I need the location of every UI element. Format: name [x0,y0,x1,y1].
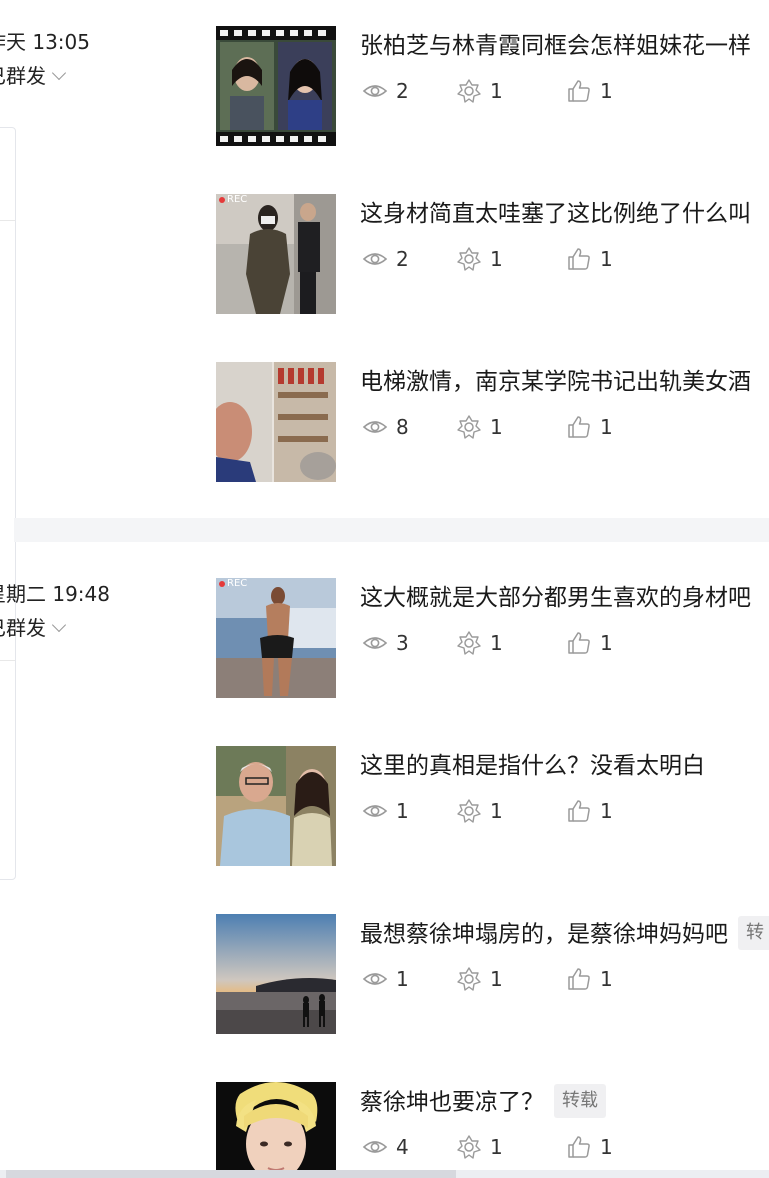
divider [0,220,15,221]
thumbs-up-icon [568,248,590,270]
thumbs-up-icon [568,968,590,990]
article-title-link[interactable]: 这身材简直太哇塞了这比例绝了什么叫 [360,198,751,230]
thumbs-up-icon [568,80,590,102]
article-thumbnail[interactable]: REC [216,578,336,698]
article-title-link[interactable]: 这里的真相是指什么？没看太明白 [360,750,705,782]
article-title: 最想蔡徐坤塌房的，是蔡徐坤妈妈吧 [360,921,728,948]
publish-mode-label: 已群发 [0,616,46,640]
horizontal-scrollbar[interactable] [0,1170,769,1178]
view-count-value: 4 [396,1135,409,1159]
share-network-icon [457,799,481,823]
publish-time: 昨天 13:05 [0,30,90,54]
thumbs-up-icon [568,416,590,438]
eye-icon [362,421,388,433]
article-item[interactable]: 张柏芝与林青霞同框会怎样姐妹花一样 2 1 1 [216,26,769,146]
like-count-value: 1 [600,79,613,103]
article-title: 这身材简直太哇塞了这比例绝了什么叫 [360,201,751,227]
thumbs-up-icon [568,1136,590,1158]
view-count-value: 8 [396,415,409,439]
share-network-icon [457,967,481,991]
rec-label: REC [227,578,248,589]
eye-icon [362,253,388,265]
article-title: 蔡徐坤也要凉了？ [360,1089,544,1116]
group-meta: 昨天 13:05 已群发 [0,29,90,89]
article-item[interactable]: REC 这大概就是大部分都男生喜欢的身材吧 3 1 1 [216,578,769,698]
like-count-value: 1 [600,799,613,823]
article-thumbnail[interactable] [216,1082,336,1170]
article-thumbnail[interactable]: REC [216,194,336,314]
article-thumbnail[interactable] [216,26,336,146]
publish-mode-label: 已群发 [0,64,46,88]
eye-icon [362,1141,388,1153]
view-count-value: 2 [396,79,409,103]
like-count-value: 1 [600,967,613,991]
view-count-value: 1 [396,967,409,991]
chevron-down-icon [51,617,67,633]
eye-icon [362,805,388,817]
side-panel [0,127,16,880]
publish-time: 星期二 19:48 [0,582,110,606]
share-count-value: 1 [490,631,503,655]
share-network-icon [457,79,481,103]
article-title: 张柏芝与林青霞同框会怎样姐妹花一样 [360,33,751,59]
eye-icon [362,973,388,985]
repost-badge: 转 [738,916,769,950]
share-network-icon [457,631,481,655]
thumbs-up-icon [568,800,590,822]
article-title: 这里的真相是指什么？没看太明白 [360,753,705,779]
article-history-page: 昨天 13:05 已群发 星期二 19:48 已群发 [0,0,769,1178]
like-count-value: 1 [600,247,613,271]
eye-icon [362,85,388,97]
share-network-icon [457,247,481,271]
article-title-link[interactable]: 张柏芝与林青霞同框会怎样姐妹花一样 [360,30,751,62]
share-network-icon [457,415,481,439]
section-separator [14,518,769,542]
article-thumbnail[interactable] [216,746,336,866]
share-count-value: 1 [490,799,503,823]
article-title-link[interactable]: 这大概就是大部分都男生喜欢的身材吧 [360,582,751,614]
article-title-link[interactable]: 电梯激情，南京某学院书记出轨美女酒 [360,366,751,398]
article-item[interactable]: 电梯激情，南京某学院书记出轨美女酒 8 1 1 [216,362,769,482]
like-count-value: 1 [600,415,613,439]
scrollbar-thumb[interactable] [6,1170,456,1178]
divider [0,660,15,661]
article-title: 这大概就是大部分都男生喜欢的身材吧 [360,585,751,611]
like-count-value: 1 [600,631,613,655]
share-count-value: 1 [490,79,503,103]
article-item[interactable]: 这里的真相是指什么？没看太明白 1 1 1 [216,746,769,866]
thumbs-up-icon [568,632,590,654]
article-item[interactable]: 最想蔡徐坤塌房的，是蔡徐坤妈妈吧转 1 1 1 [216,914,769,1034]
share-count-value: 1 [490,415,503,439]
chevron-down-icon [51,65,67,81]
repost-badge: 转载 [554,1084,606,1118]
article-thumbnail[interactable] [216,914,336,1034]
article-item[interactable]: REC 这身材简直太哇塞了这比例绝了什么叫 2 1 1 [216,194,769,314]
share-network-icon [457,1135,481,1159]
view-count-value: 1 [396,799,409,823]
share-count-value: 1 [490,967,503,991]
share-count-value: 1 [490,247,503,271]
like-count-value: 1 [600,1135,613,1159]
publish-mode-dropdown[interactable]: 已群发 [0,63,90,89]
article-item[interactable]: 蔡徐坤也要凉了？ 转载 4 1 1 [216,1082,769,1178]
view-count-value: 3 [396,631,409,655]
article-title-link[interactable]: 最想蔡徐坤塌房的，是蔡徐坤妈妈吧转 [360,916,769,952]
article-title: 电梯激情，南京某学院书记出轨美女酒 [360,369,751,395]
view-count-value: 2 [396,247,409,271]
eye-icon [362,637,388,649]
rec-label: REC [227,194,248,205]
group-meta: 星期二 19:48 已群发 [0,581,110,641]
share-count-value: 1 [490,1135,503,1159]
article-title-link[interactable]: 蔡徐坤也要凉了？ 转载 [360,1084,606,1120]
article-thumbnail[interactable] [216,362,336,482]
publish-mode-dropdown[interactable]: 已群发 [0,615,110,641]
